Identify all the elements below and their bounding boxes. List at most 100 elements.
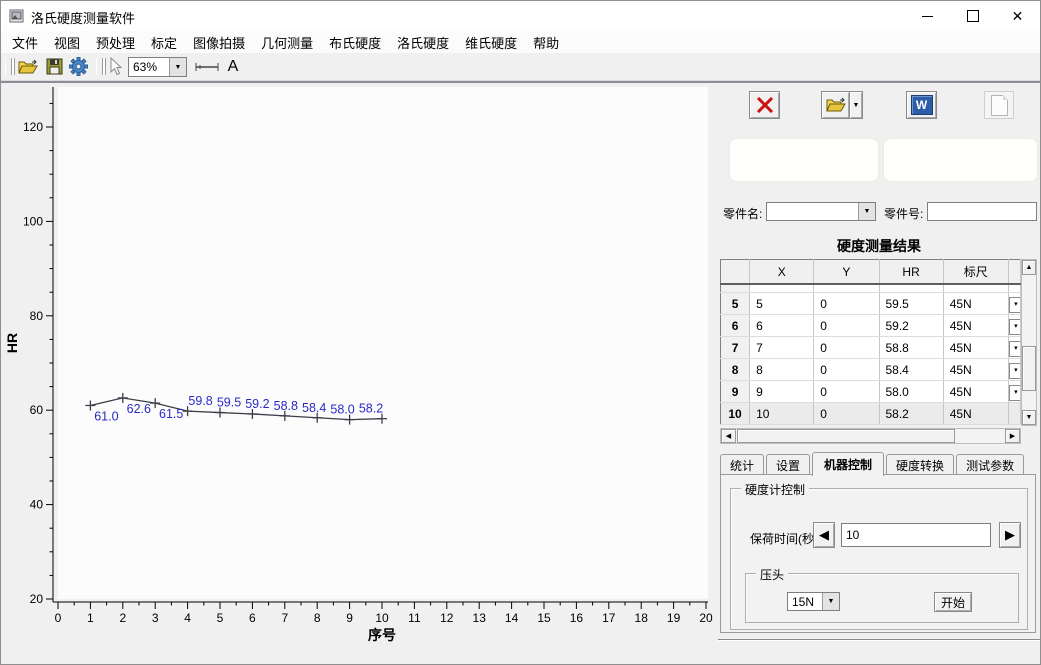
table-row[interactable]: 88058.445N▾ bbox=[721, 359, 1021, 381]
table-cell[interactable]: 45N bbox=[943, 293, 1008, 315]
close-button[interactable]: ✕ bbox=[995, 1, 1040, 31]
indenter-combobox[interactable]: 15N ▼ bbox=[787, 592, 840, 611]
table-row[interactable]: 66059.245N▾ bbox=[721, 315, 1021, 337]
tab-硬度转换[interactable]: 硬度转换 bbox=[886, 454, 954, 476]
hardness-line-chart[interactable]: 2040608010012001234567891011121314151617… bbox=[1, 83, 716, 665]
toolbar-grip[interactable] bbox=[5, 58, 12, 75]
table-cell[interactable]: 0 bbox=[814, 359, 879, 381]
menu-item[interactable]: 几何测量 bbox=[253, 31, 321, 54]
open-result-dropdown-button[interactable]: ▼ bbox=[849, 91, 863, 119]
part-name-combobox[interactable]: ▼ bbox=[766, 202, 876, 221]
results-table[interactable]: XYHR标尺55059.545N▾66059.245N▾77058.845N▾8… bbox=[720, 259, 1021, 425]
table-vertical-scrollbar[interactable]: ▲ ▼ bbox=[1021, 259, 1037, 426]
table-cell[interactable]: 59.5 bbox=[879, 293, 943, 315]
table-cell[interactable]: 0 bbox=[814, 337, 879, 359]
pointer-tool-button[interactable] bbox=[104, 56, 126, 77]
text-tool-button[interactable]: A bbox=[222, 56, 244, 77]
settings-button[interactable] bbox=[67, 56, 89, 77]
part-name-dropdown-button[interactable]: ▼ bbox=[858, 203, 875, 220]
menu-item[interactable]: 视图 bbox=[46, 31, 88, 54]
table-cell[interactable]: 0 bbox=[814, 315, 879, 337]
table-cell[interactable]: 6 bbox=[750, 315, 814, 337]
menu-item[interactable]: 文件 bbox=[4, 31, 46, 54]
scale-dropdown-button[interactable]: ▾ bbox=[1009, 363, 1021, 379]
table-row[interactable]: 99058.045N▾ bbox=[721, 381, 1021, 403]
hold-time-decrease-button[interactable]: ◀ bbox=[813, 522, 835, 548]
table-horizontal-scrollbar[interactable]: ◀ ▶ bbox=[720, 428, 1021, 444]
hold-time-input[interactable]: 10 bbox=[841, 523, 991, 547]
horizontal-scroll-thumb[interactable] bbox=[737, 429, 955, 443]
table-cell[interactable]: 5 bbox=[721, 293, 750, 315]
measure-tool-button[interactable] bbox=[193, 56, 221, 77]
open-file-button[interactable] bbox=[17, 56, 39, 77]
minimize-button[interactable] bbox=[905, 1, 950, 31]
scroll-down-button[interactable]: ▼ bbox=[1022, 410, 1036, 425]
maximize-button[interactable] bbox=[950, 1, 995, 31]
save-button[interactable] bbox=[43, 56, 65, 77]
table-cell[interactable]: 59.2 bbox=[879, 315, 943, 337]
indenter-dropdown-button[interactable]: ▼ bbox=[822, 593, 839, 610]
hold-time-increase-button[interactable]: ▶ bbox=[999, 522, 1021, 548]
scale-dropdown-button[interactable]: ▾ bbox=[1009, 319, 1021, 335]
new-document-button[interactable] bbox=[984, 91, 1014, 119]
vertical-scroll-thumb[interactable] bbox=[1022, 346, 1036, 391]
delete-result-button[interactable] bbox=[749, 91, 780, 119]
table-cell[interactable]: 45N bbox=[943, 337, 1008, 359]
scroll-up-button[interactable]: ▲ bbox=[1022, 260, 1036, 275]
table-cell[interactable]: 45N bbox=[943, 403, 1008, 425]
table-cell[interactable]: 45N bbox=[943, 359, 1008, 381]
table-cell[interactable]: 9 bbox=[721, 381, 750, 403]
column-header-Y[interactable]: Y bbox=[814, 260, 879, 285]
zoom-level-combobox[interactable]: 63% ▼ bbox=[128, 57, 187, 77]
table-cell[interactable]: 0 bbox=[814, 403, 879, 425]
tab-设置[interactable]: 设置 bbox=[766, 454, 810, 476]
column-header-HR[interactable]: HR bbox=[879, 260, 943, 285]
menu-item[interactable]: 标定 bbox=[143, 31, 185, 54]
table-cell[interactable]: 10 bbox=[721, 403, 750, 425]
table-cell[interactable]: 9 bbox=[750, 381, 814, 403]
zoom-dropdown-button[interactable]: ▼ bbox=[169, 58, 186, 76]
toolbar-grip[interactable] bbox=[96, 58, 103, 75]
table-cell[interactable]: 58.4 bbox=[879, 359, 943, 381]
menu-item[interactable]: 帮助 bbox=[525, 31, 567, 54]
table-cell[interactable]: 0 bbox=[814, 381, 879, 403]
tab-统计[interactable]: 统计 bbox=[720, 454, 764, 476]
part-no-input[interactable] bbox=[927, 202, 1037, 221]
menu-item[interactable]: 预处理 bbox=[88, 31, 143, 54]
x-axis-label: 序号 bbox=[368, 627, 396, 643]
table-row[interactable]: 77058.845N▾ bbox=[721, 337, 1021, 359]
open-result-button[interactable] bbox=[821, 91, 850, 119]
table-cell[interactable]: 5 bbox=[750, 293, 814, 315]
table-cell[interactable]: 58.8 bbox=[879, 337, 943, 359]
menu-item[interactable]: 洛氏硬度 bbox=[389, 31, 457, 54]
table-cell[interactable]: 7 bbox=[750, 337, 814, 359]
table-cell[interactable]: 45N bbox=[943, 381, 1008, 403]
export-word-button[interactable]: W bbox=[906, 91, 937, 119]
table-cell[interactable]: 10 bbox=[750, 403, 814, 425]
table-row[interactable]: 55059.545N▾ bbox=[721, 293, 1021, 315]
menu-item[interactable]: 图像拍摄 bbox=[185, 31, 253, 54]
scroll-right-button[interactable]: ▶ bbox=[1005, 429, 1020, 443]
scale-dropdown-button[interactable]: ▾ bbox=[1009, 341, 1021, 357]
scroll-left-button[interactable]: ◀ bbox=[721, 429, 736, 443]
tab-机器控制[interactable]: 机器控制 bbox=[812, 452, 884, 476]
scale-dropdown-button[interactable]: ▾ bbox=[1009, 385, 1021, 401]
table-cell[interactable]: 58.0 bbox=[879, 381, 943, 403]
table-cell[interactable]: 45N bbox=[943, 315, 1008, 337]
menu-item[interactable]: 布氏硬度 bbox=[321, 31, 389, 54]
tab-测试参数[interactable]: 测试参数 bbox=[956, 454, 1024, 476]
column-header-blank[interactable] bbox=[721, 260, 750, 285]
table-cell[interactable]: 8 bbox=[750, 359, 814, 381]
column-header-X[interactable]: X bbox=[750, 260, 814, 285]
table-cell[interactable]: 6 bbox=[721, 315, 750, 337]
table-cell[interactable]: 0 bbox=[814, 293, 879, 315]
table-cell[interactable]: 8 bbox=[721, 359, 750, 381]
column-header-标尺[interactable]: 标尺 bbox=[943, 260, 1008, 285]
start-button[interactable]: 开始 bbox=[934, 592, 972, 612]
scale-dropdown-button[interactable]: ▾ bbox=[1009, 297, 1021, 313]
table-cell[interactable]: 58.2 bbox=[879, 403, 943, 425]
menu-item[interactable]: 维氏硬度 bbox=[457, 31, 525, 54]
table-row[interactable]: 1010058.245N bbox=[721, 403, 1021, 425]
column-header-blank[interactable] bbox=[1008, 260, 1020, 285]
table-cell[interactable]: 7 bbox=[721, 337, 750, 359]
